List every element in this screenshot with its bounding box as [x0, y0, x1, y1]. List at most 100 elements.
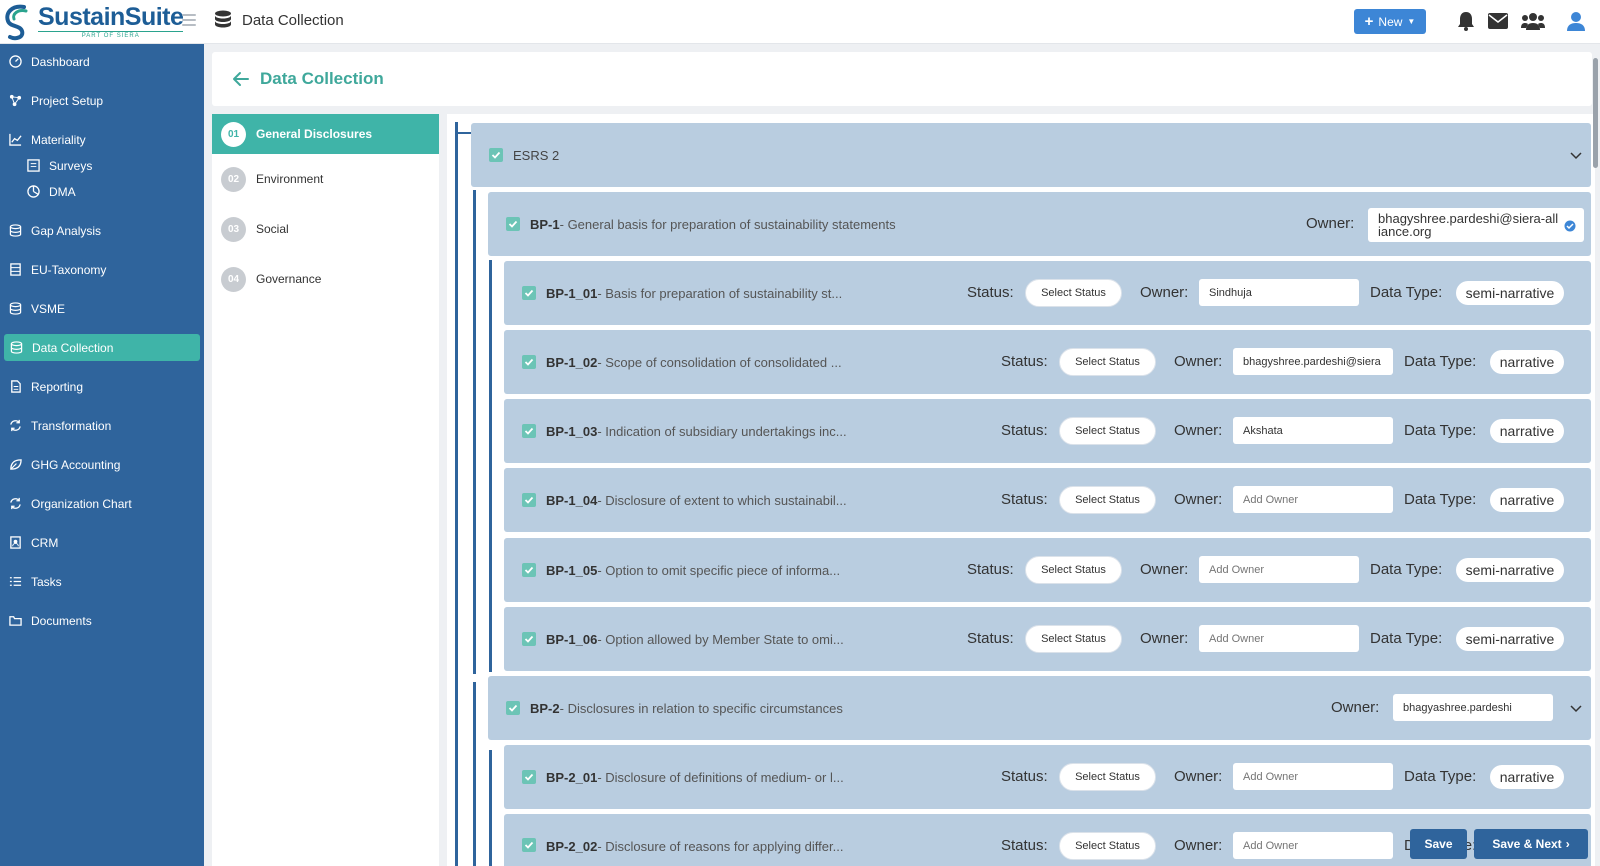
select-status-button[interactable]: Select Status: [1025, 625, 1122, 653]
mail-icon[interactable]: [1488, 13, 1508, 29]
disclosure-group-row[interactable]: BP-1 - General basis for preparation of …: [488, 192, 1591, 256]
data-type-badge: narrative: [1490, 488, 1564, 512]
sidebar-item-vsme[interactable]: VSME: [0, 295, 204, 322]
select-status-button[interactable]: Select Status: [1025, 556, 1122, 584]
tab-governance[interactable]: 04 Governance: [212, 254, 439, 304]
new-button[interactable]: + New ▼: [1354, 9, 1426, 34]
sidebar-item-documents[interactable]: Documents: [0, 607, 204, 634]
menu-toggle-icon[interactable]: [182, 12, 196, 28]
checkbox[interactable]: [522, 424, 536, 438]
owner-input[interactable]: [1233, 832, 1393, 859]
data-type-badge: narrative: [1490, 419, 1564, 443]
sidebar-item-dma[interactable]: DMA: [0, 178, 204, 205]
owner-value: bhagyshree.pardeshi@siera: [1243, 355, 1381, 368]
section-title: Data Collection: [260, 69, 384, 88]
checkbox[interactable]: [506, 217, 520, 231]
item-description: - Disclosure of reasons for applying dif…: [597, 838, 844, 854]
sidebar-item-label: Documents: [31, 613, 92, 628]
sidebar-item-label: Materiality: [31, 132, 86, 147]
disclosure-item-row[interactable]: BP-1_04 - Disclosure of extent to which …: [504, 468, 1591, 532]
checkbox[interactable]: [489, 148, 503, 162]
chevron-down-icon[interactable]: [1569, 148, 1583, 162]
select-status-button[interactable]: Select Status: [1025, 279, 1122, 307]
sidebar-item-data-collection[interactable]: Data Collection: [4, 334, 200, 361]
data-type-label: Data Type:: [1370, 630, 1443, 647]
owner-label: Owner:: [1174, 491, 1223, 508]
sidebar-item-materiality[interactable]: Materiality: [0, 126, 204, 153]
disclosure-item-row[interactable]: BP-1_05 - Option to omit specific piece …: [504, 538, 1591, 602]
back-arrow-icon[interactable]: [232, 70, 250, 88]
select-status-button[interactable]: Select Status: [1059, 417, 1156, 445]
database-icon: [10, 341, 23, 354]
tab-social[interactable]: 03 Social: [212, 204, 439, 254]
select-status-button[interactable]: Select Status: [1059, 763, 1156, 791]
sidebar-item-transformation[interactable]: Transformation: [0, 412, 204, 439]
checkbox[interactable]: [522, 286, 536, 300]
owner-input[interactable]: [1199, 625, 1359, 652]
item-code: BP-1_06: [546, 631, 598, 647]
disclosure-item-row[interactable]: BP-2_01 - Disclosure of definitions of m…: [504, 745, 1591, 809]
sidebar-item-reporting[interactable]: Reporting: [0, 373, 204, 400]
owner-input[interactable]: [1233, 486, 1393, 513]
user-avatar-icon[interactable]: [1566, 11, 1586, 31]
tab-environment[interactable]: 02 Environment: [212, 154, 439, 204]
select-status-label: Select Status: [1041, 287, 1106, 299]
disclosure-item-row[interactable]: BP-1_02 - Scope of consolidation of cons…: [504, 330, 1591, 394]
chevron-right-icon: ›: [1565, 837, 1570, 851]
sidebar-item-label: GHG Accounting: [31, 457, 121, 472]
sidebar-item-dashboard[interactable]: Dashboard: [0, 48, 204, 75]
sidebar-item-organization-chart[interactable]: Organization Chart: [0, 490, 204, 517]
data-type-value: narrative: [1499, 354, 1555, 370]
owner-field[interactable]: bhagyshree.pardeshi@siera: [1233, 348, 1393, 375]
select-status-label: Select Status: [1041, 564, 1106, 576]
chevron-down-icon[interactable]: [1569, 701, 1583, 715]
save-button[interactable]: Save: [1410, 829, 1467, 859]
users-icon[interactable]: [1521, 12, 1545, 30]
tab-general-disclosures[interactable]: 01 General Disclosures: [212, 114, 439, 154]
esrs-group-row[interactable]: ESRS 2: [471, 123, 1591, 187]
save-and-next-button[interactable]: Save & Next ›: [1474, 829, 1588, 859]
select-status-button[interactable]: Select Status: [1059, 832, 1156, 860]
tree-line: [455, 132, 471, 134]
bell-icon[interactable]: [1457, 11, 1475, 31]
select-status-button[interactable]: Select Status: [1059, 486, 1156, 514]
owner-input[interactable]: [1233, 763, 1393, 790]
checkbox[interactable]: [522, 838, 536, 852]
checkbox[interactable]: [522, 563, 536, 577]
checkbox[interactable]: [522, 493, 536, 507]
sidebar-item-ghg-accounting[interactable]: GHG Accounting: [0, 451, 204, 478]
logo[interactable]: SustainSuite PART OF SIERA: [0, 3, 205, 41]
scrollbar[interactable]: [1593, 58, 1598, 168]
leaf-icon: [10, 459, 22, 470]
disclosure-group-row[interactable]: BP-2 - Disclosures in relation to specif…: [488, 676, 1591, 740]
sidebar-item-crm[interactable]: CRM: [0, 529, 204, 556]
sidebar-item-tasks[interactable]: Tasks: [0, 568, 204, 595]
sidebar-item-label: Project Setup: [31, 93, 104, 108]
sidebar-item-eu-taxonomy[interactable]: EU-Taxonomy: [0, 256, 204, 283]
disclosure-item-row[interactable]: BP-1_06 - Option allowed by Member State…: [504, 607, 1591, 671]
data-type-badge: narrative: [1490, 765, 1564, 789]
checkbox[interactable]: [522, 632, 536, 646]
owner-label: Owner:: [1140, 630, 1189, 647]
sidebar-item-surveys[interactable]: Surveys: [0, 152, 204, 179]
checkbox[interactable]: [522, 355, 536, 369]
checkbox[interactable]: [506, 701, 520, 715]
select-status-button[interactable]: Select Status: [1059, 348, 1156, 376]
owner-input[interactable]: [1199, 556, 1359, 583]
item-description: - Disclosure of definitions of medium- o…: [597, 769, 844, 785]
disclosure-item-row[interactable]: BP-1_01 - Basis for preparation of susta…: [504, 261, 1591, 325]
page-title: Data Collection: [242, 11, 344, 29]
owner-field[interactable]: bhagyshree.pardeshi@siera-alliance.org: [1368, 208, 1584, 242]
owner-label: Owner:: [1140, 561, 1189, 578]
file-icon: [11, 380, 21, 393]
status-label: Status:: [1001, 837, 1048, 854]
sidebar-item-gap-analysis[interactable]: Gap Analysis: [0, 217, 204, 244]
disclosure-item-row[interactable]: BP-1_03 - Indication of subsidiary under…: [504, 399, 1591, 463]
checkbox[interactable]: [522, 770, 536, 784]
tab-number: 04: [221, 266, 246, 292]
owner-field[interactable]: Akshata: [1233, 417, 1393, 444]
owner-field[interactable]: bhagyashree.pardeshi: [1393, 694, 1553, 721]
owner-field[interactable]: Sindhuja: [1199, 279, 1359, 306]
tab-label: Environment: [256, 172, 324, 186]
sidebar-item-project-setup[interactable]: Project Setup: [0, 87, 204, 114]
